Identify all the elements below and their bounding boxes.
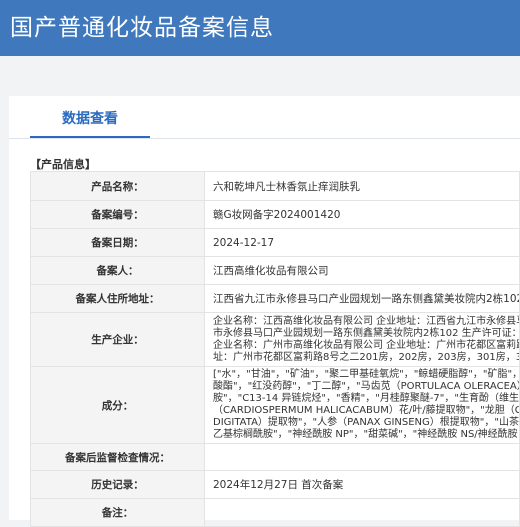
table-row: 备注： xyxy=(30,498,520,527)
table-row: 备案人住所地址： 江西省九江市永修县马口产业园规划一路东侧鑫黛美妆院内2栋102 xyxy=(30,284,520,313)
row-label: 备案日期： xyxy=(30,228,205,257)
ingredients-line: ["水"，"甘油"，"矿油"，"聚二甲基硅氧烷"，"鲸蜡硬脂醇"，"矿脂"，"甘… xyxy=(213,369,519,380)
table-row: 历史记录： 2024年12月27日 首次备案 xyxy=(30,470,520,499)
section-title: 【产品信息】 xyxy=(30,158,96,171)
table-row: 生产企业： 企业名称：江西高维化妆品有限公司 企业地址：江西省九江市永修县马口产… xyxy=(30,312,520,367)
manufacturer-line: 企业名称：广州市高维化妆品有限公司 企业地址：广州市花都区富莉路8号之 xyxy=(213,339,520,351)
product-name-value: 六和乾坤凡士林香氛止痒润肤乳 xyxy=(204,171,520,201)
manufacturer-value: 企业名称：江西高维化妆品有限公司 企业地址：江西省九江市永修县马口产 市永修县马… xyxy=(204,312,520,367)
tab-data-view[interactable]: 数据查看 xyxy=(30,96,150,138)
row-label: 备案编号： xyxy=(30,200,205,229)
ingredients-line: （CARDIOSPERMUM HALICACABUM）花/叶/藤提取物"，"龙胆… xyxy=(213,405,520,416)
row-label: 产品名称： xyxy=(30,171,205,201)
record-date-value: 2024-12-17 xyxy=(204,228,520,257)
history-value: 2024年12月27日 首次备案 xyxy=(204,470,520,499)
page-header: 国产普通化妆品备案信息 xyxy=(0,0,520,56)
ingredients-line: 胺"，"C13-14 异链烷烃"，"香精"，"月桂醇聚醚-7"，"生育酚（维生素… xyxy=(213,393,520,404)
registrant-address-value: 江西省九江市永修县马口产业园规划一路东侧鑫黛美妆院内2栋102 xyxy=(204,284,520,313)
ingredients-value: ["水"，"甘油"，"矿油"，"聚二甲基硅氧烷"，"鲸蜡硬脂醇"，"矿脂"，"甘… xyxy=(204,366,520,444)
row-label: 备案人住所地址： xyxy=(30,284,205,313)
ingredients-line: 酸酯"，"红没药醇"，"丁二醇"，"马齿苋（PORTULACA OLERACEA… xyxy=(213,381,519,392)
record-number-value: 赣G妆网备字2024001420 xyxy=(204,200,520,229)
row-label: 备案后监督检查情况： xyxy=(30,443,205,471)
table-row: 备案日期： 2024-12-17 xyxy=(30,228,520,257)
table-row: 备案后监督检查情况： xyxy=(30,443,520,471)
registrant-value: 江西高维化妆品有限公司 xyxy=(204,256,520,285)
page-title: 国产普通化妆品备案信息 xyxy=(10,15,274,41)
remarks-value xyxy=(204,498,520,527)
table-row: 成分： ["水"，"甘油"，"矿油"，"聚二甲基硅氧烷"，"鲸蜡硬脂醇"，"矿脂… xyxy=(30,366,520,444)
table-row: 产品名称： 六和乾坤凡士林香氛止痒润肤乳 xyxy=(30,171,520,201)
row-label: 历史记录： xyxy=(30,470,205,499)
row-label: 成分： xyxy=(30,366,205,444)
tab-label: 数据查看 xyxy=(62,111,118,127)
table-row: 备案编号： 赣G妆网备字2024001420 xyxy=(30,200,520,229)
table-row: 备案人： 江西高维化妆品有限公司 xyxy=(30,256,520,285)
ingredients-line: DIGITATA）提取物"，"人参（PANAX GINSENG）根提取物"，"山… xyxy=(213,417,520,428)
manufacturer-line: 址：广州市花都区富莉路8号之二201房，202房，203房，301房，302房 … xyxy=(213,351,520,363)
row-label: 生产企业： xyxy=(30,312,205,367)
inspection-value xyxy=(204,443,520,471)
ingredients-line: 乙基棕榈酰胺"，"神经酰胺 NP"，"甜菜碱"，"神经酰胺 NS/神经酰胺 NG… xyxy=(213,429,520,440)
row-label: 备案人： xyxy=(30,256,205,285)
product-info-table: 产品名称： 六和乾坤凡士林香氛止痒润肤乳 备案编号： 赣G妆网备字2024001… xyxy=(30,171,520,527)
manufacturer-line: 市永修县马口产业园规划一路东侧鑫黛美妆院内2栋102 生产许可证：赣妆20 xyxy=(213,327,519,339)
manufacturer-line: 企业名称：江西高维化妆品有限公司 企业地址：江西省九江市永修县马口产 xyxy=(213,315,520,327)
row-label: 备注： xyxy=(30,498,205,527)
tab-divider xyxy=(9,138,520,139)
